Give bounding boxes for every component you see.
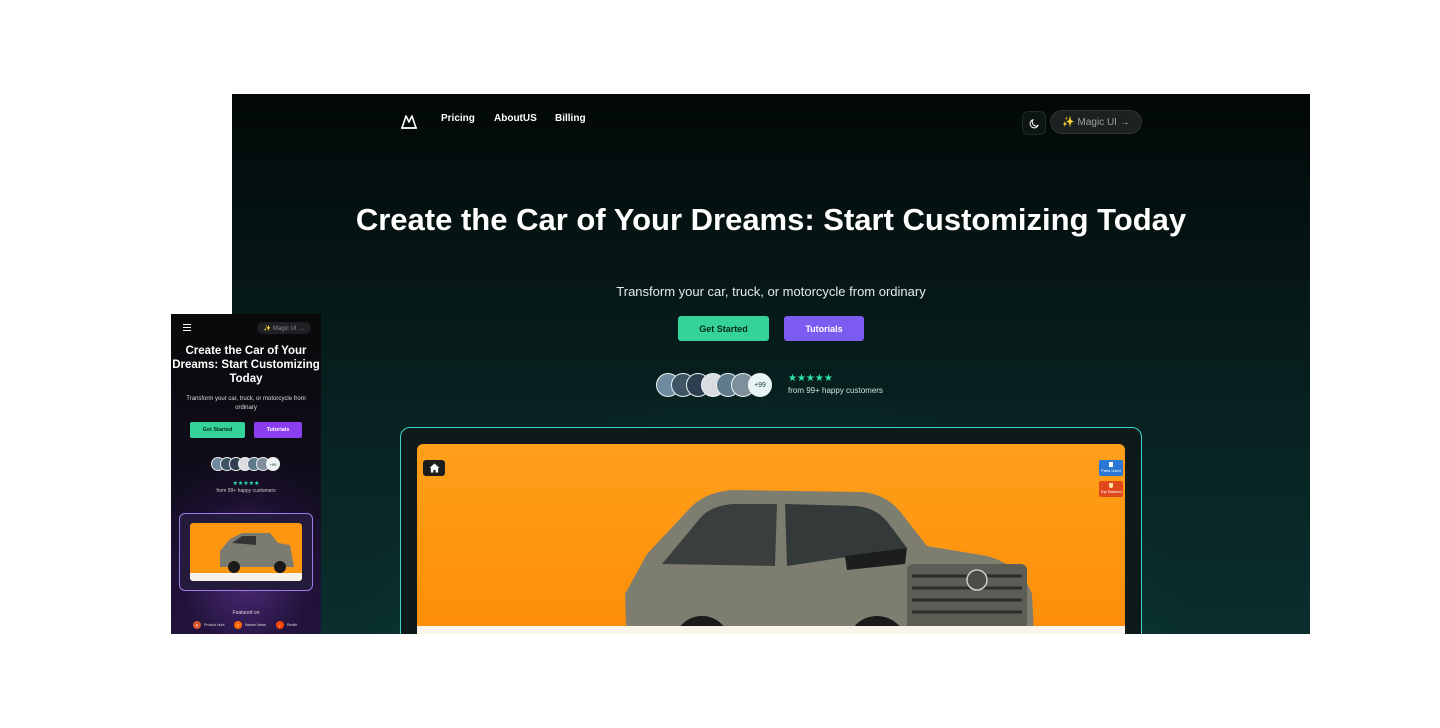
app-preview-screen: Parts Used Top Ranked — [417, 444, 1125, 634]
featured-label: Reddit — [287, 623, 298, 627]
featured-hacker-news[interactable]: Y Hacker News — [234, 620, 266, 630]
nav-link-pricing[interactable]: Pricing — [441, 113, 475, 124]
document-icon — [1109, 462, 1113, 467]
mobile-tutorials-button[interactable]: Tutorials — [254, 422, 302, 438]
theme-toggle-button[interactable] — [1022, 111, 1046, 135]
top-ranked-label: Top Ranked — [1100, 489, 1122, 494]
featured-reddit[interactable]: r Reddit — [276, 620, 297, 630]
featured-label: Product Hunt — [204, 623, 225, 627]
hamburger-menu-icon[interactable] — [183, 324, 191, 331]
hero-subtitle: Transform your car, truck, or motorcycle… — [616, 284, 926, 299]
avatar-more-count: +99 — [266, 457, 280, 471]
home-icon — [429, 463, 439, 473]
app-preview-frame: Parts Used Top Ranked — [400, 427, 1142, 634]
tutorials-button[interactable]: Tutorials — [784, 316, 864, 341]
desktop-preview: Pricing AboutUS Billing ✨ Magic UI → Cre… — [232, 94, 1310, 634]
hacker-news-icon: Y — [234, 621, 242, 629]
featured-on-list: P Product Hunt Y Hacker News r Reddit — [191, 620, 311, 630]
logo-icon[interactable] — [400, 112, 418, 130]
featured-label: Hacker News — [245, 623, 266, 627]
preview-toolbar — [417, 626, 1125, 634]
rating-caption: from 99+ happy customers — [788, 386, 883, 395]
magic-ui-button[interactable]: ✨ Magic UI → — [1050, 110, 1142, 134]
mobile-hero-title: Create the Car of Your Dreams: Start Cus… — [172, 345, 320, 385]
product-hunt-icon: P — [193, 621, 201, 629]
magic-ui-button[interactable]: ✨ Magic UI → — [257, 322, 311, 334]
parts-used-badge[interactable]: Parts Used — [1099, 460, 1123, 476]
avatar-more-count: +99 — [748, 373, 772, 397]
mobile-rating-stars: ★★★★★ — [232, 481, 260, 487]
suv-car-image — [625, 490, 1034, 634]
top-ranked-badge[interactable]: Top Ranked — [1099, 481, 1123, 497]
moon-icon — [1029, 118, 1039, 128]
trophy-icon — [1109, 483, 1113, 488]
suv-car-image — [220, 533, 294, 573]
nav-link-aboutus[interactable]: AboutUS — [494, 113, 537, 124]
mobile-rating-caption: from 99+ happy customers — [216, 488, 276, 494]
mobile-get-started-button[interactable]: Get Started — [190, 422, 245, 438]
home-button[interactable] — [423, 460, 445, 476]
hero-title: Create the Car of Your Dreams: Start Cus… — [355, 202, 1187, 237]
parts-used-label: Parts Used — [1101, 468, 1121, 473]
mobile-hero-subtitle: Transform your car, truck, or motorcycle… — [186, 396, 306, 411]
rating-stars: ★★★★★ — [788, 373, 833, 384]
reddit-icon: r — [276, 621, 284, 629]
mobile-app-preview-screen — [190, 523, 302, 581]
mobile-preview: ✨ Magic UI → Create the Car of Your Drea… — [171, 314, 321, 634]
featured-product-hunt[interactable]: P Product Hunt — [193, 620, 224, 630]
featured-on-label: Featured on — [232, 610, 260, 616]
top-nav: Pricing AboutUS Billing ✨ Magic UI → — [400, 110, 1142, 141]
nav-link-billing[interactable]: Billing — [555, 113, 586, 124]
mobile-preview-toolbar — [190, 573, 302, 581]
get-started-button[interactable]: Get Started — [678, 316, 769, 341]
mobile-app-preview-frame — [179, 513, 313, 591]
